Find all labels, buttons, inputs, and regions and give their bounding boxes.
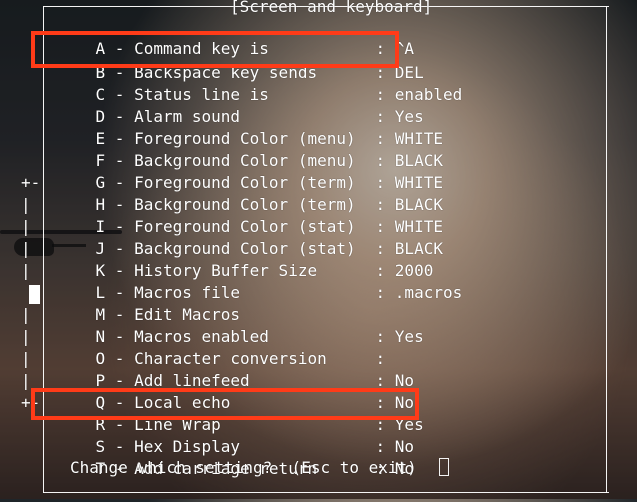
menu-item-a[interactable]: A - Command key is: ^A [57,16,415,58]
outside-left-bar-4: | [21,261,31,280]
menu-item-b[interactable]: B - Backspace key sends: DEL [57,40,424,82]
menu-item-j[interactable]: J - Background Color (stat): BLACK [57,216,443,258]
menu-item-p[interactable]: P - Add linefeed: No [57,348,415,390]
outside-left-bar-7: | [21,349,31,368]
outside-left-plus-dash-top: +- [21,173,41,192]
outside-left-plus-dash-bottom: +- [21,393,41,412]
menu-item-d[interactable]: D - Alarm sound: Yes [57,84,424,126]
menu-item-i[interactable]: I - Foreground Color (stat): WHITE [57,194,443,236]
outside-left-bar-1: | [21,195,31,214]
menu-item-k[interactable]: K - History Buffer Size: 2000 [57,238,434,280]
menu-item-o[interactable]: O - Character conversion: [57,326,395,368]
menu-item-m[interactable]: M - Edit Macros [57,282,376,324]
menu-item-f[interactable]: F - Background Color (menu): BLACK [57,128,443,170]
menu-item-h[interactable]: H - Background Color (term): BLACK [57,172,443,214]
input-cursor[interactable] [439,458,449,476]
prompt-text: Change which setting? (Esc to exit) [70,458,417,477]
left-border-line [43,6,44,493]
menu-item-l[interactable]: L - Macros file: .macros [57,260,463,302]
left-solid-cursor [29,285,40,304]
menu-item-t[interactable]: T - Add carriage return: No [57,436,415,478]
menu-item-g[interactable]: G - Foreground Color (term): WHITE [57,150,443,192]
menu-item-r[interactable]: R - Line Wrap: Yes [57,392,424,434]
outside-left-bar-2: | [21,217,31,236]
menu-item-value: : .macros [375,283,463,302]
menu-item-c[interactable]: C - Status line is: enabled [57,62,463,104]
menu-item-e[interactable]: E - Foreground Color (menu): WHITE [57,106,443,148]
outside-left-bar-8: | [21,371,31,390]
outside-left-bar-5: | [21,305,31,324]
bottom-border-line [43,492,609,493]
right-border-line [606,6,607,493]
outside-left-bar-3: | [21,239,31,258]
menu-item-n[interactable]: N - Macros enabled: Yes [57,304,424,346]
outside-left-bar-6: | [21,327,31,346]
menu-item-s[interactable]: S - Hex Display: No [57,414,415,456]
menu-item-q[interactable]: Q - Local echo: No [57,370,415,412]
terminal-screen: [Screen and keyboard] A - Command key is… [0,0,637,499]
